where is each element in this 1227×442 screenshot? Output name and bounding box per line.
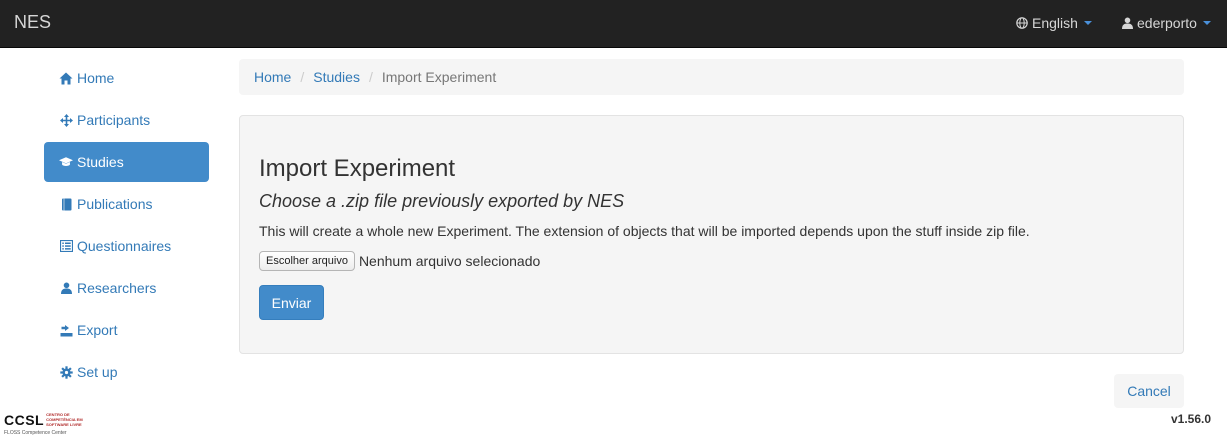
choose-file-button[interactable]: Escolher arquivo: [259, 251, 355, 271]
logo-small-text: CENTRO DE COMPETÊNCIA EM SOFTWARE LIVRE: [46, 412, 83, 427]
sidebar-item-label: Export: [77, 322, 118, 338]
sidebar-item-label: Studies: [77, 154, 124, 170]
globe-icon: [1016, 17, 1028, 29]
user-icon: [59, 281, 73, 295]
logo-subtitle: FLOSS Competence Center: [4, 430, 67, 436]
sidebar-item-studies[interactable]: Studies: [44, 142, 209, 182]
breadcrumb-studies-link[interactable]: Studies: [313, 69, 360, 85]
move-icon: [59, 113, 73, 127]
sidebar-item-export[interactable]: Export: [44, 310, 209, 350]
import-panel: Import Experiment Choose a .zip file pre…: [239, 115, 1184, 354]
list-alt-icon: [59, 239, 73, 253]
breadcrumb-home-link[interactable]: Home: [254, 69, 291, 85]
cancel-button[interactable]: Cancel: [1114, 374, 1184, 408]
user-dropdown[interactable]: ederporto: [1122, 15, 1211, 31]
ccsl-logo: CCSL CENTRO DE COMPETÊNCIA EM SOFTWARE L…: [4, 412, 86, 436]
caret-down-icon: [1202, 21, 1211, 25]
sidebar-item-label: Set up: [77, 364, 118, 380]
caret-down-icon: [1083, 21, 1092, 25]
sidebar-item-label: Questionnaires: [77, 238, 172, 254]
export-icon: [59, 323, 73, 337]
sidebar-item-label: Researchers: [77, 280, 157, 296]
sidebar-item-questionnaires[interactable]: Questionnaires: [44, 226, 209, 266]
breadcrumb-separator: /: [300, 69, 305, 85]
book-icon: [59, 197, 73, 211]
sidebar-item-publications[interactable]: Publications: [44, 184, 209, 224]
sidebar-item-label: Participants: [77, 112, 151, 128]
cog-icon: [59, 365, 73, 379]
sidebar-item-label: Home: [77, 70, 115, 86]
brand-link[interactable]: NES: [14, 12, 51, 33]
version-label: v1.56.0: [1171, 412, 1212, 426]
graduation-cap-icon: [59, 155, 73, 169]
import-description: This will create a whole new Experiment.…: [259, 223, 1030, 239]
file-status-text: Nenhum arquivo selecionado: [358, 253, 541, 269]
sidebar-item-home[interactable]: Home: [44, 58, 209, 98]
sidebar-item-setup[interactable]: Set up: [44, 352, 209, 392]
home-icon: [59, 71, 73, 85]
language-label: English: [1032, 15, 1078, 31]
username-label: ederporto: [1137, 15, 1197, 31]
sidebar-item-researchers[interactable]: Researchers: [44, 268, 209, 308]
breadcrumb-separator: /: [368, 69, 373, 85]
sidebar-item-participants[interactable]: Participants: [44, 100, 209, 140]
file-input-row: Escolher arquivo Nenhum arquivo selecion…: [259, 251, 540, 271]
language-dropdown[interactable]: English: [1016, 15, 1092, 31]
top-navbar: NES English ederporto: [0, 0, 1227, 48]
breadcrumb: Home / Studies / Import Experiment: [239, 59, 1184, 95]
submit-button[interactable]: Enviar: [259, 285, 324, 320]
user-icon: [1122, 17, 1133, 29]
sidebar-item-label: Publications: [77, 196, 153, 212]
page-title: Import Experiment: [259, 155, 456, 182]
sidebar-nav: Home Participants Studies Publications Q…: [44, 58, 209, 394]
page-subtitle: Choose a .zip file previously exported b…: [259, 191, 625, 211]
logo-text: CCSL: [4, 412, 45, 428]
breadcrumb-current: Import Experiment: [381, 69, 497, 85]
